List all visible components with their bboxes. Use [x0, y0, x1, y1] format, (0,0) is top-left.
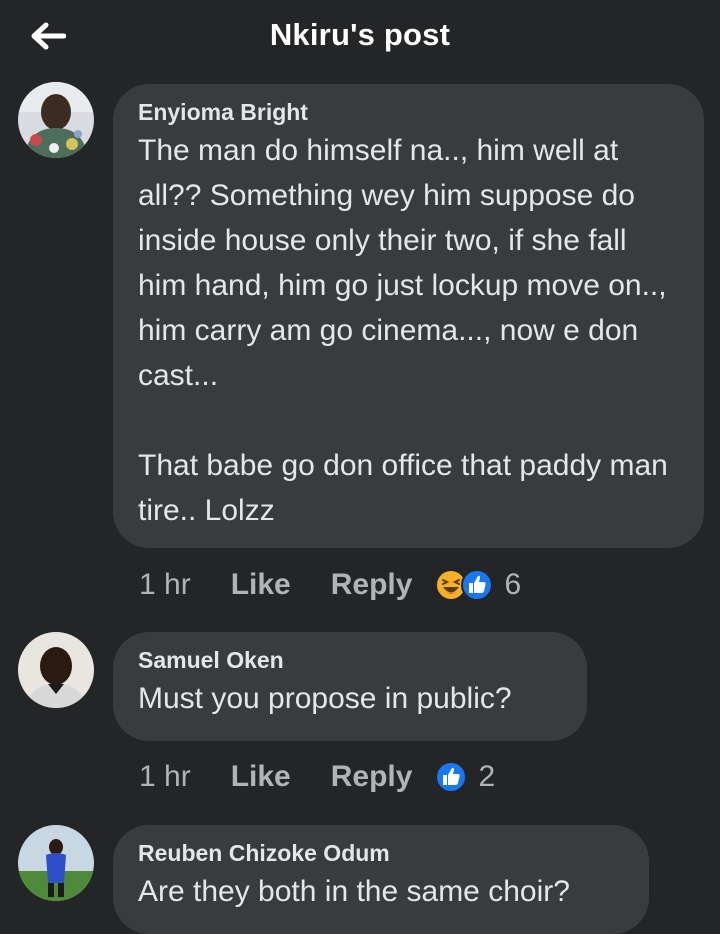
reaction-count: 2	[478, 760, 496, 793]
reply-button[interactable]: Reply	[331, 568, 413, 602]
comment-bubble: Reuben Chizoke Odum Are they both in the…	[113, 825, 649, 934]
avatar[interactable]	[18, 82, 94, 158]
avatar[interactable]	[18, 825, 94, 901]
top-bar: Nkiru's post	[0, 0, 720, 72]
like-button[interactable]: Like	[231, 568, 291, 602]
reaction-summary[interactable]: 6	[434, 568, 521, 602]
page-title: Nkiru's post	[269, 17, 451, 52]
like-icon	[461, 569, 494, 601]
comment-time[interactable]: 1 hr	[139, 568, 191, 602]
comment-author[interactable]: Reuben Chizoke Odum	[138, 839, 625, 867]
comment-time[interactable]: 1 hr	[139, 760, 191, 794]
comment-text: The man do himself na.., him well at all…	[138, 134, 668, 527]
comment-bubble: Enyioma Bright The man do himself na.., …	[113, 84, 704, 548]
avatar-photo	[18, 825, 94, 901]
avatar-photo	[18, 632, 94, 708]
comment-actions: 1 hr Like Reply 6	[139, 565, 521, 605]
comment-author[interactable]: Samuel Oken	[138, 646, 563, 674]
reply-button[interactable]: Reply	[331, 760, 413, 794]
reaction-summary[interactable]: 2	[434, 760, 495, 794]
avatar[interactable]	[18, 632, 94, 708]
comment-author[interactable]: Enyioma Bright	[138, 98, 680, 126]
avatar-photo	[18, 82, 94, 158]
comment-text: Are they both in the same choir?	[138, 875, 570, 908]
comment-text: Must you propose in public?	[138, 682, 512, 715]
like-button[interactable]: Like	[231, 760, 291, 794]
like-icon	[435, 761, 468, 793]
reaction-count: 6	[504, 568, 522, 601]
comment-bubble: Samuel Oken Must you propose in public?	[113, 632, 587, 741]
comment-actions: 1 hr Like Reply 2	[139, 757, 495, 797]
